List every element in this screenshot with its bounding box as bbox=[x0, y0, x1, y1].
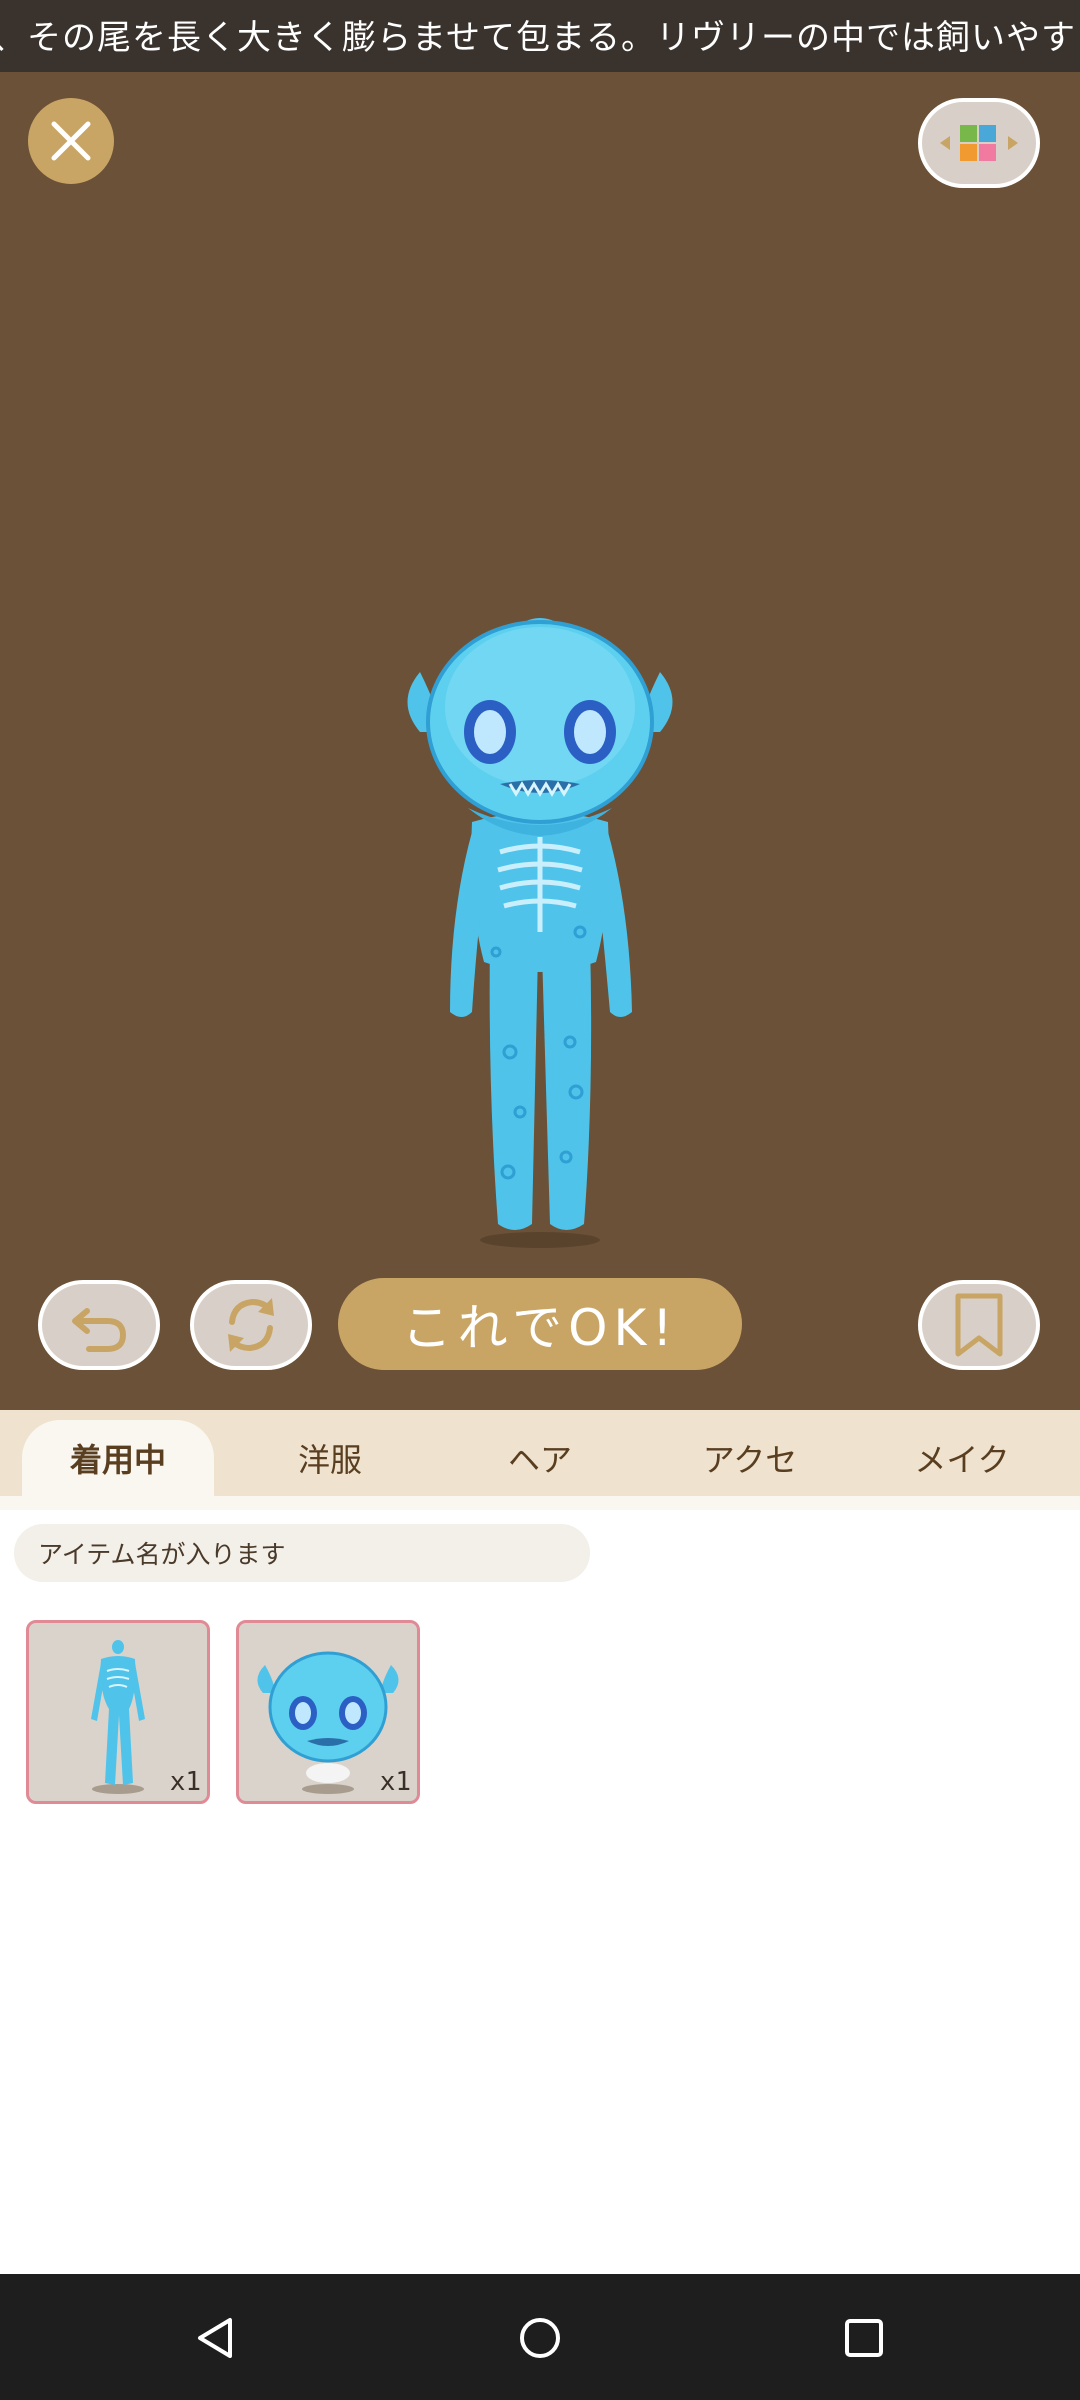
tab-divider bbox=[0, 1496, 1080, 1510]
item-name-placeholder: アイテム名が入ります bbox=[38, 1540, 286, 1569]
tab-hair[interactable]: ヘア bbox=[444, 1420, 636, 1496]
system-navigation-bar bbox=[0, 2274, 1080, 2400]
palette-icon bbox=[940, 125, 1018, 161]
tab-clothes[interactable]: 洋服 bbox=[234, 1420, 426, 1496]
home-icon bbox=[520, 2318, 560, 2358]
close-button[interactable] bbox=[28, 98, 114, 184]
item-thumbnail-head[interactable]: x1 bbox=[236, 1620, 420, 1804]
undo-button[interactable] bbox=[38, 1280, 160, 1370]
description-ticker: 、その尾を長く大きく膨らませて包まる。リヴリーの中では飼いやすい bbox=[0, 0, 1080, 72]
category-tabs: 着用中 洋服 ヘア アクセ メイク bbox=[0, 1410, 1080, 1496]
nav-home-button[interactable] bbox=[500, 2300, 580, 2376]
bookmark-icon bbox=[955, 1293, 1003, 1357]
ticker-text: 、その尾を長く大きく膨らませて包まる。リヴリーの中では飼いやすい bbox=[0, 18, 1080, 58]
confirm-ok-button[interactable]: これでOK! bbox=[338, 1278, 742, 1370]
tab-accessories[interactable]: アクセ bbox=[654, 1420, 846, 1496]
nav-back-button[interactable] bbox=[176, 2300, 256, 2376]
tab-makeup[interactable]: メイク bbox=[866, 1420, 1058, 1496]
item-name-field: アイテム名が入ります bbox=[14, 1524, 590, 1582]
character-stage: これでOK! bbox=[0, 72, 1080, 1410]
palette-button[interactable] bbox=[918, 98, 1040, 188]
bookmark-button[interactable] bbox=[918, 1280, 1040, 1370]
character-avatar bbox=[407, 618, 673, 1248]
recents-icon bbox=[845, 2319, 883, 2357]
refresh-icon bbox=[228, 1298, 274, 1352]
refresh-button[interactable] bbox=[190, 1280, 312, 1370]
close-icon bbox=[51, 121, 91, 161]
item-thumbnail-body[interactable]: x1 bbox=[26, 1620, 210, 1804]
nav-recents-button[interactable] bbox=[824, 2300, 904, 2376]
tab-wearing[interactable]: 着用中 bbox=[22, 1420, 214, 1496]
item-quantity: x1 bbox=[379, 1767, 411, 1797]
item-quantity: x1 bbox=[169, 1767, 201, 1797]
undo-icon bbox=[72, 1308, 127, 1352]
back-icon bbox=[198, 2318, 232, 2358]
